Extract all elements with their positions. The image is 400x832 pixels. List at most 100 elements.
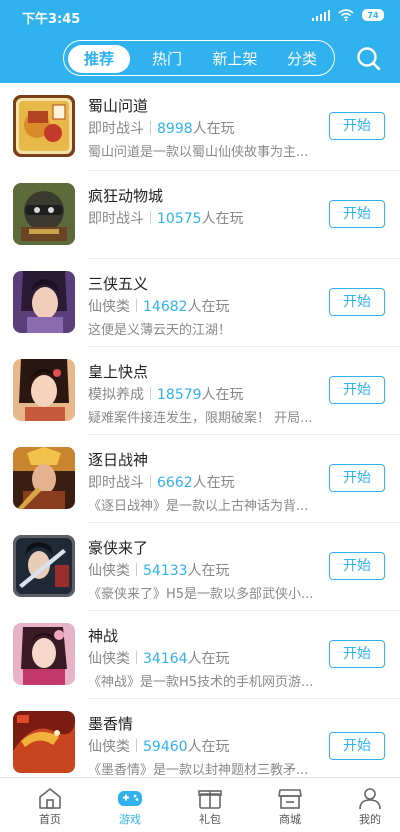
game-thumbnail	[13, 359, 75, 421]
game-thumbnail	[13, 623, 75, 685]
game-list: 蜀山问道 即时战斗 8998人在玩 蜀山问道是一款以蜀山仙侠故事为主... 开始 …	[0, 83, 400, 777]
game-meta: 模拟养成 18579人在玩	[88, 384, 244, 404]
player-suffix: 人在玩	[192, 121, 235, 137]
game-thumbnail	[13, 183, 75, 245]
home-icon	[39, 788, 61, 809]
game-category: 仙侠类	[88, 651, 130, 667]
game-category: 仙侠类	[88, 739, 130, 755]
search-button[interactable]	[354, 44, 384, 74]
battery-icon: 74	[362, 9, 384, 21]
nav-gifts[interactable]: 礼包	[170, 778, 250, 832]
nav-home-label: 首页	[39, 813, 61, 826]
start-button[interactable]: 开始	[329, 376, 385, 404]
app-header: 下午3:45 74 推荐 热门 新上架 分类	[0, 0, 400, 83]
game-meta: 即时战斗 10575人在玩	[88, 208, 244, 228]
bottom-nav: 首页 游戏 礼包 商城 我的	[0, 777, 400, 832]
player-suffix: 人在玩	[187, 299, 230, 315]
nav-store-label: 商城	[279, 813, 301, 826]
gamepad-icon	[118, 791, 142, 806]
player-count: 34164	[143, 651, 188, 667]
nav-profile[interactable]: 我的	[330, 778, 400, 832]
game-name: 豪侠来了	[88, 539, 149, 557]
game-name: 蜀山问道	[88, 97, 149, 115]
status-bar: 下午3:45 74	[0, 0, 400, 34]
tab-hot[interactable]: 热门	[136, 45, 198, 73]
player-count: 18579	[157, 387, 202, 403]
start-button[interactable]: 开始	[329, 112, 385, 140]
tab-category[interactable]: 分类	[272, 45, 332, 73]
tab-new[interactable]: 新上架	[202, 45, 268, 73]
game-description: 这便是义薄云天的江湖！	[88, 323, 232, 338]
list-item[interactable]: 墨香情 仙侠类 59460人在玩 《墨香情》是一款以封神题材三教矛... 开始	[0, 699, 400, 777]
game-description: 《豪侠来了》H5是一款以多部武侠小...	[88, 587, 314, 602]
game-name: 墨香情	[88, 715, 134, 733]
gift-icon	[198, 790, 222, 809]
game-thumbnail	[13, 535, 75, 597]
status-time: 下午3:45	[22, 12, 81, 27]
list-item[interactable]: 蜀山问道 即时战斗 8998人在玩 蜀山问道是一款以蜀山仙侠故事为主... 开始	[0, 83, 400, 171]
search-icon	[357, 47, 381, 71]
game-category: 即时战斗	[88, 121, 144, 137]
start-button[interactable]: 开始	[329, 732, 385, 760]
signal-icon	[312, 9, 330, 21]
game-thumbnail	[13, 447, 75, 509]
game-thumbnail	[13, 711, 75, 773]
list-item[interactable]: 疯狂动物城 即时战斗 10575人在玩 开始	[0, 171, 400, 259]
player-suffix: 人在玩	[192, 475, 235, 491]
nav-games[interactable]: 游戏	[90, 778, 170, 832]
player-suffix: 人在玩	[187, 739, 230, 755]
player-suffix: 人在玩	[201, 387, 244, 403]
player-count: 59460	[143, 739, 188, 755]
game-description: 《神战》是一款H5技术的手机网页游...	[88, 675, 314, 690]
start-button[interactable]: 开始	[329, 288, 385, 316]
player-suffix: 人在玩	[187, 563, 230, 579]
nav-games-label: 游戏	[119, 813, 141, 826]
start-button[interactable]: 开始	[329, 552, 385, 580]
game-name: 皇上快点	[88, 363, 149, 381]
player-count: 14682	[143, 299, 188, 315]
game-meta: 仙侠类 34164人在玩	[88, 648, 230, 668]
game-category: 仙侠类	[88, 563, 130, 579]
game-name: 神战	[88, 627, 119, 645]
game-category: 仙侠类	[88, 299, 130, 315]
game-meta: 仙侠类 54133人在玩	[88, 560, 230, 580]
list-item[interactable]: 神战 仙侠类 34164人在玩 《神战》是一款H5技术的手机网页游... 开始	[0, 611, 400, 699]
game-category: 即时战斗	[88, 475, 144, 491]
game-category: 模拟养成	[88, 387, 144, 403]
store-icon	[278, 789, 302, 809]
game-name: 逐日战神	[88, 451, 149, 469]
nav-home[interactable]: 首页	[10, 778, 90, 832]
list-item[interactable]: 豪侠来了 仙侠类 54133人在玩 《豪侠来了》H5是一款以多部武侠小... 开始	[0, 523, 400, 611]
wifi-icon	[338, 9, 354, 21]
game-description: 《逐日战神》是一款以上古神话为背...	[88, 499, 309, 514]
list-item[interactable]: 皇上快点 模拟养成 18579人在玩 疑难案件接连发生，限期破案！ 开局... 开…	[0, 347, 400, 435]
game-description: 蜀山问道是一款以蜀山仙侠故事为主...	[88, 145, 309, 160]
player-suffix: 人在玩	[187, 651, 230, 667]
player-count: 10575	[157, 211, 202, 227]
player-count: 54133	[143, 563, 188, 579]
start-button[interactable]: 开始	[329, 200, 385, 228]
tab-recommended[interactable]: 推荐	[68, 45, 130, 73]
player-count: 6662	[157, 475, 193, 491]
game-thumbnail	[13, 95, 75, 157]
game-meta: 仙侠类 14682人在玩	[88, 296, 230, 316]
list-item[interactable]: 逐日战神 即时战斗 6662人在玩 《逐日战神》是一款以上古神话为背... 开始	[0, 435, 400, 523]
game-category: 即时战斗	[88, 211, 144, 227]
top-tabs: 推荐 热门 新上架 分类	[63, 40, 335, 76]
status-icons: 74	[312, 9, 384, 21]
nav-gifts-label: 礼包	[199, 813, 221, 826]
list-item[interactable]: 三侠五义 仙侠类 14682人在玩 这便是义薄云天的江湖！ 开始	[0, 259, 400, 347]
nav-profile-label: 我的	[359, 813, 381, 826]
start-button[interactable]: 开始	[329, 464, 385, 492]
game-meta: 仙侠类 59460人在玩	[88, 736, 230, 756]
game-name: 三侠五义	[88, 275, 149, 293]
game-description: 《墨香情》是一款以封神题材三教矛...	[88, 763, 309, 777]
game-meta: 即时战斗 6662人在玩	[88, 472, 235, 492]
start-button[interactable]: 开始	[329, 640, 385, 668]
game-description: 疑难案件接连发生，限期破案！ 开局...	[88, 411, 313, 426]
player-suffix: 人在玩	[201, 211, 244, 227]
game-thumbnail	[13, 271, 75, 333]
player-count: 8998	[157, 121, 193, 137]
nav-store[interactable]: 商城	[250, 778, 330, 832]
game-name: 疯狂动物城	[88, 187, 164, 205]
